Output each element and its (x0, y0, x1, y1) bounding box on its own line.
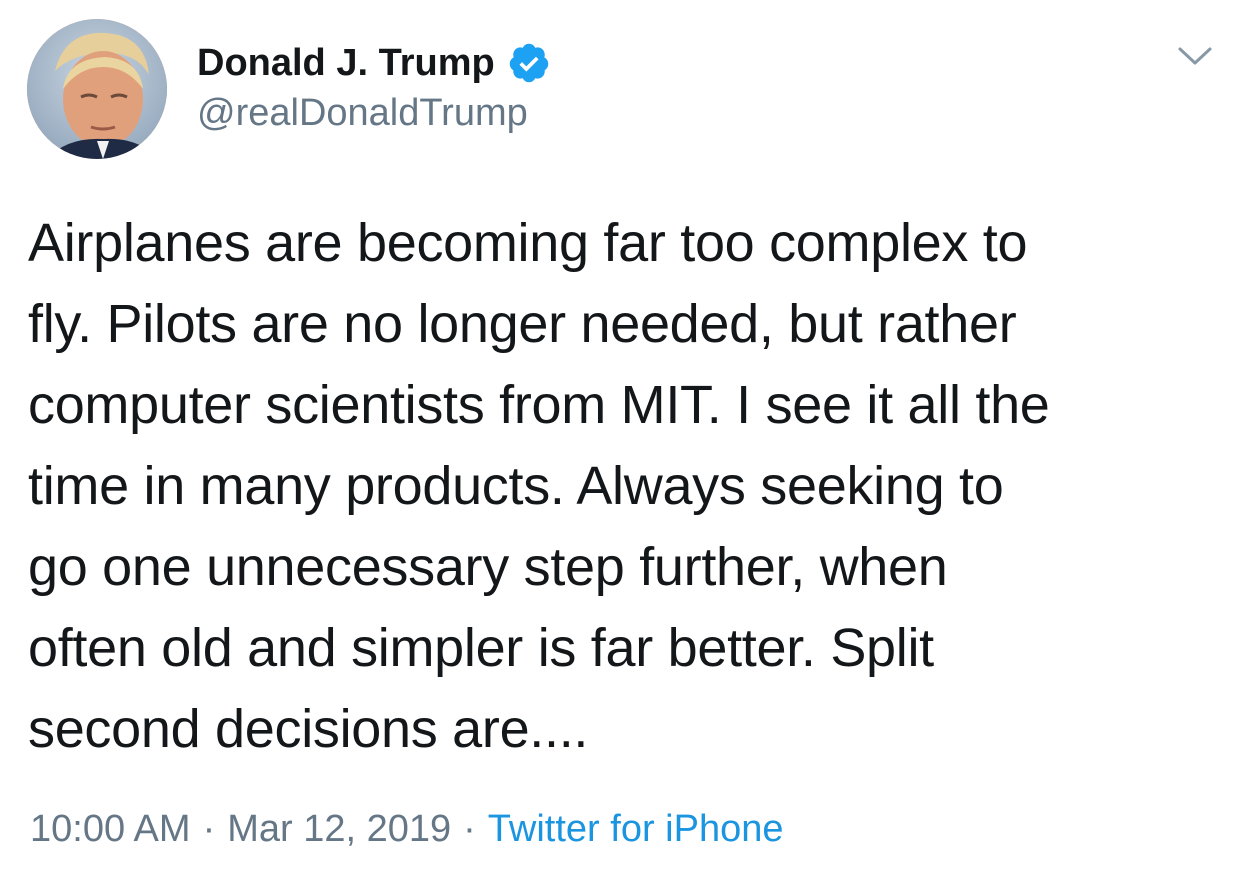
tweet-time[interactable]: 10:00 AM (30, 808, 191, 850)
tweet-text-line: computer scientists from MIT. I see it a… (28, 375, 1050, 435)
tweet-text-line: go one unnecessary step further, when (28, 537, 948, 597)
tweet-source-link[interactable]: Twitter for iPhone (488, 808, 784, 850)
tweet-text: Airplanes are becoming far too complex t… (28, 203, 1228, 770)
avatar-portrait-image (27, 19, 167, 159)
author-name-row: Donald J. Trump (197, 38, 551, 88)
meta-separator: · (202, 808, 216, 850)
tweet-text-line: fly. Pilots are no longer needed, but ra… (28, 294, 1017, 354)
tweet-text-line: second decisions are.... (28, 699, 589, 759)
tweet-metadata: 10:00 AM · Mar 12, 2019 · Twitter for iPhone (30, 808, 783, 851)
chevron-down-icon[interactable] (1177, 44, 1213, 68)
author-display-name[interactable]: Donald J. Trump (197, 42, 495, 85)
tweet-text-line: time in many products. Always seeking to (28, 456, 1004, 516)
tweet-date[interactable]: Mar 12, 2019 (227, 808, 451, 850)
verified-badge-icon (507, 41, 551, 85)
tweet-card: Donald J. Trump @realDonaldTrump Airplan… (0, 0, 1242, 876)
meta-separator: · (463, 808, 476, 850)
avatar[interactable] (27, 19, 167, 159)
author-handle[interactable]: @realDonaldTrump (197, 92, 528, 135)
tweet-text-line: often old and simpler is far better. Spl… (28, 618, 934, 678)
tweet-text-line: Airplanes are becoming far too complex t… (28, 213, 1028, 273)
